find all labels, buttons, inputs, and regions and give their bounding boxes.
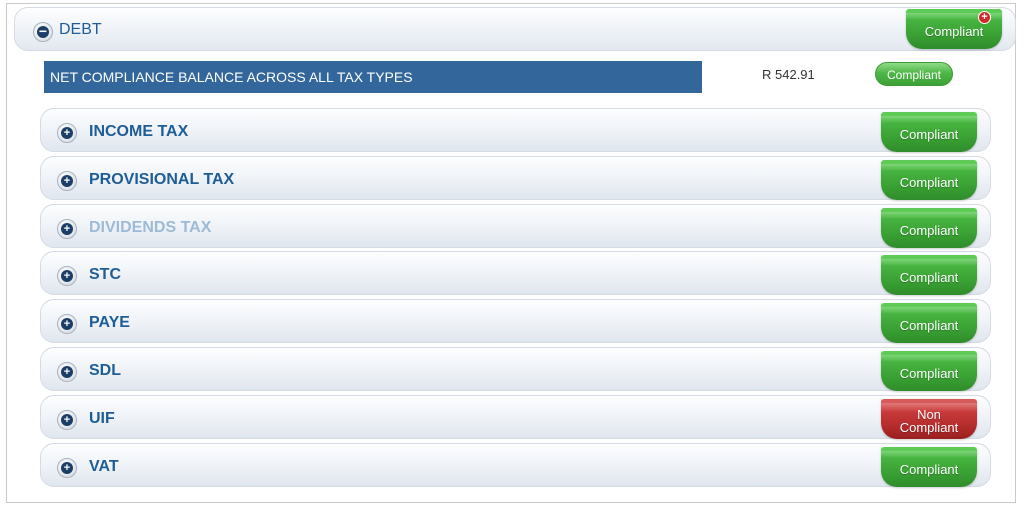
expand-icon[interactable]: + bbox=[57, 171, 77, 191]
tax-status-badge: Compliant bbox=[881, 447, 977, 487]
tax-row-provisional-tax[interactable]: + PROVISIONAL TAX Compliant bbox=[40, 156, 991, 200]
tax-status-text: Compliant bbox=[899, 365, 959, 381]
plus-icon: + bbox=[61, 175, 73, 187]
alert-plus-icon[interactable]: + bbox=[978, 11, 991, 24]
tax-type-label: STC bbox=[89, 266, 121, 283]
debt-status-text: Compliant bbox=[924, 23, 984, 39]
tax-status-badge: Compliant bbox=[881, 255, 977, 295]
tax-type-label: DIVIDENDS TAX bbox=[89, 219, 212, 236]
tax-status-text: Compliant bbox=[899, 174, 959, 190]
minus-icon: − bbox=[37, 23, 49, 39]
plus-icon: + bbox=[61, 462, 73, 474]
tax-row-uif[interactable]: + UIF Non Compliant bbox=[40, 395, 991, 439]
tax-row-dividends-tax[interactable]: + DIVIDENDS TAX Compliant bbox=[40, 204, 991, 248]
net-balance-status-badge: Compliant bbox=[875, 62, 953, 86]
plus-icon: + bbox=[61, 414, 73, 426]
tax-row-sdl[interactable]: + SDL Compliant bbox=[40, 347, 991, 391]
tax-status-text: Compliant bbox=[899, 269, 959, 285]
expand-icon[interactable]: + bbox=[57, 458, 77, 478]
tax-status-text: Compliant bbox=[899, 317, 959, 333]
expand-icon[interactable]: + bbox=[57, 123, 77, 143]
tax-status-badge: Compliant bbox=[881, 160, 977, 200]
expand-icon[interactable]: + bbox=[57, 219, 77, 239]
plus-icon: + bbox=[61, 270, 73, 282]
tax-status-text: Compliant bbox=[899, 461, 959, 477]
tax-type-label: PROVISIONAL TAX bbox=[89, 171, 235, 188]
plus-icon: + bbox=[61, 366, 73, 378]
collapse-icon[interactable]: − bbox=[33, 22, 53, 42]
expand-icon[interactable]: + bbox=[57, 266, 77, 286]
tax-status-text: Non Compliant bbox=[899, 407, 959, 435]
tax-status-badge: Compliant bbox=[881, 208, 977, 248]
tax-type-label: INCOME TAX bbox=[89, 123, 189, 140]
tax-type-label: VAT bbox=[89, 458, 119, 475]
tax-status-text: Compliant bbox=[899, 222, 959, 238]
plus-icon: + bbox=[61, 127, 73, 139]
tax-status-badge: Compliant bbox=[881, 112, 977, 152]
tax-type-label: SDL bbox=[89, 362, 121, 379]
tax-status-text: Compliant bbox=[899, 126, 959, 142]
tax-status-badge: Compliant bbox=[881, 351, 977, 391]
debt-section-header[interactable]: − DEBT bbox=[14, 7, 1016, 51]
tax-status-badge: Compliant bbox=[881, 303, 977, 343]
net-balance-amount: R 542.91 bbox=[762, 67, 815, 82]
debt-title: DEBT bbox=[59, 21, 102, 38]
tax-type-label: PAYE bbox=[89, 314, 130, 331]
plus-icon: + bbox=[61, 223, 73, 235]
tax-row-stc[interactable]: + STC Compliant bbox=[40, 251, 991, 295]
net-balance-label: NET COMPLIANCE BALANCE ACROSS ALL TAX TY… bbox=[44, 61, 702, 93]
expand-icon[interactable]: + bbox=[57, 410, 77, 430]
tax-status-badge: Non Compliant bbox=[881, 399, 977, 439]
tax-row-paye[interactable]: + PAYE Compliant bbox=[40, 299, 991, 343]
plus-icon: + bbox=[61, 318, 73, 330]
expand-icon[interactable]: + bbox=[57, 362, 77, 382]
tax-row-income-tax[interactable]: + INCOME TAX Compliant bbox=[40, 108, 991, 152]
expand-icon[interactable]: + bbox=[57, 314, 77, 334]
tax-type-label: UIF bbox=[89, 410, 115, 427]
tax-row-vat[interactable]: + VAT Compliant bbox=[40, 443, 991, 487]
